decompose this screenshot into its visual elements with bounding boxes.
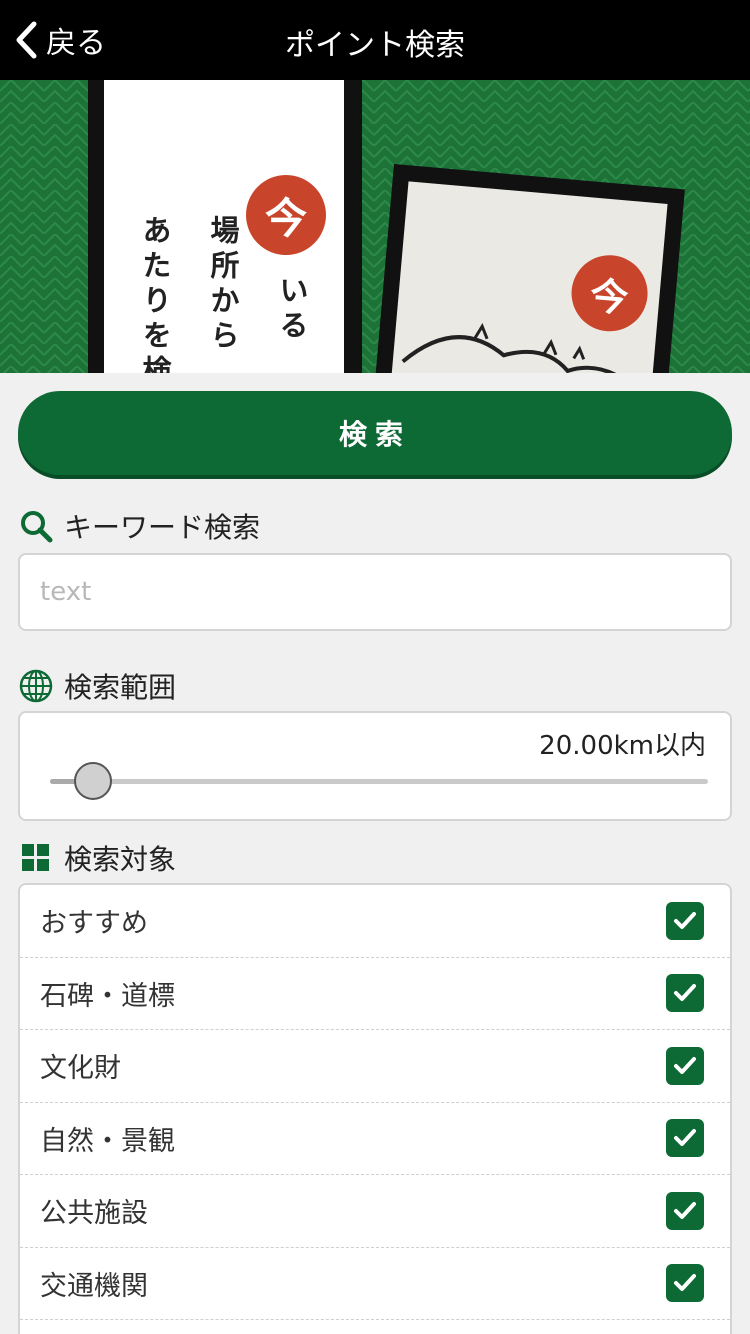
checkmark-icon <box>674 1274 696 1292</box>
range-title: 検索範囲 <box>64 671 177 704</box>
keyword-input[interactable] <box>18 553 732 631</box>
range-panel: 20.00km以内 <box>18 711 732 821</box>
karuta-card-paper: 今 <box>382 181 668 373</box>
karuta-card: 今 <box>365 164 685 373</box>
checkbox[interactable] <box>666 1046 704 1085</box>
list-item[interactable]: 石碑・道標 <box>20 958 730 1030</box>
banner-image: 今 いる 場所から あたりを検索 今 <box>0 80 750 373</box>
keyword-title: キーワード検索 <box>64 511 261 544</box>
checkbox[interactable] <box>666 974 704 1013</box>
globe-icon <box>18 668 54 704</box>
list-item[interactable]: おすすめ <box>20 885 730 958</box>
list-item-label: 交通機関 <box>40 1270 148 1302</box>
magnifier-icon <box>18 508 54 544</box>
list-item[interactable]: 文化財 <box>20 1030 730 1103</box>
range-section-title: 検索範囲 <box>18 666 176 706</box>
list-item-label: おすすめ <box>40 908 148 940</box>
checkbox[interactable] <box>666 901 704 940</box>
nav-bar: 戻る ポイント検索 <box>0 0 750 80</box>
list-item[interactable]: 交通機関 <box>20 1248 730 1320</box>
banner-caption-line-3: あたりを検索 <box>138 215 172 373</box>
checkmark-icon <box>674 1201 696 1219</box>
targets-title: 検索対象 <box>64 843 177 876</box>
list-item[interactable]: 自然・景観 <box>20 1103 730 1175</box>
range-slider[interactable] <box>50 762 708 800</box>
checkbox[interactable] <box>666 1264 704 1303</box>
list-item[interactable]: 公共施設 <box>20 1175 730 1248</box>
list-item-label: 石碑・道標 <box>40 980 175 1012</box>
stamp-badge: 今 <box>246 175 326 255</box>
list-item-label: 文化財 <box>40 1053 121 1085</box>
search-button[interactable]: 検索 <box>18 391 732 475</box>
checkmark-icon <box>674 1056 696 1074</box>
list-item[interactable] <box>20 1320 730 1334</box>
list-item-label: 公共施設 <box>40 1198 148 1230</box>
checkmark-icon <box>674 984 696 1002</box>
keyword-section-title: キーワード検索 <box>18 506 260 546</box>
range-slider-thumb[interactable] <box>74 762 113 800</box>
checkmark-icon <box>674 911 696 929</box>
targets-section-title: 検索対象 <box>18 838 176 878</box>
checkbox[interactable] <box>666 1119 704 1158</box>
checkmark-icon <box>674 1129 696 1147</box>
list-item-label: 自然・景観 <box>40 1125 175 1157</box>
targets-list: おすすめ 石碑・道標 文化財 自然・景観 公共施設 交通機関 <box>18 883 732 1334</box>
banner-caption-line-1: いる <box>275 275 309 345</box>
grid-icon <box>18 840 54 876</box>
range-value-label: 20.00km以内 <box>539 731 706 761</box>
banner-caption-line-2: 場所から <box>206 215 240 355</box>
checkbox[interactable] <box>666 1191 704 1230</box>
page-title: ポイント検索 <box>285 28 465 63</box>
